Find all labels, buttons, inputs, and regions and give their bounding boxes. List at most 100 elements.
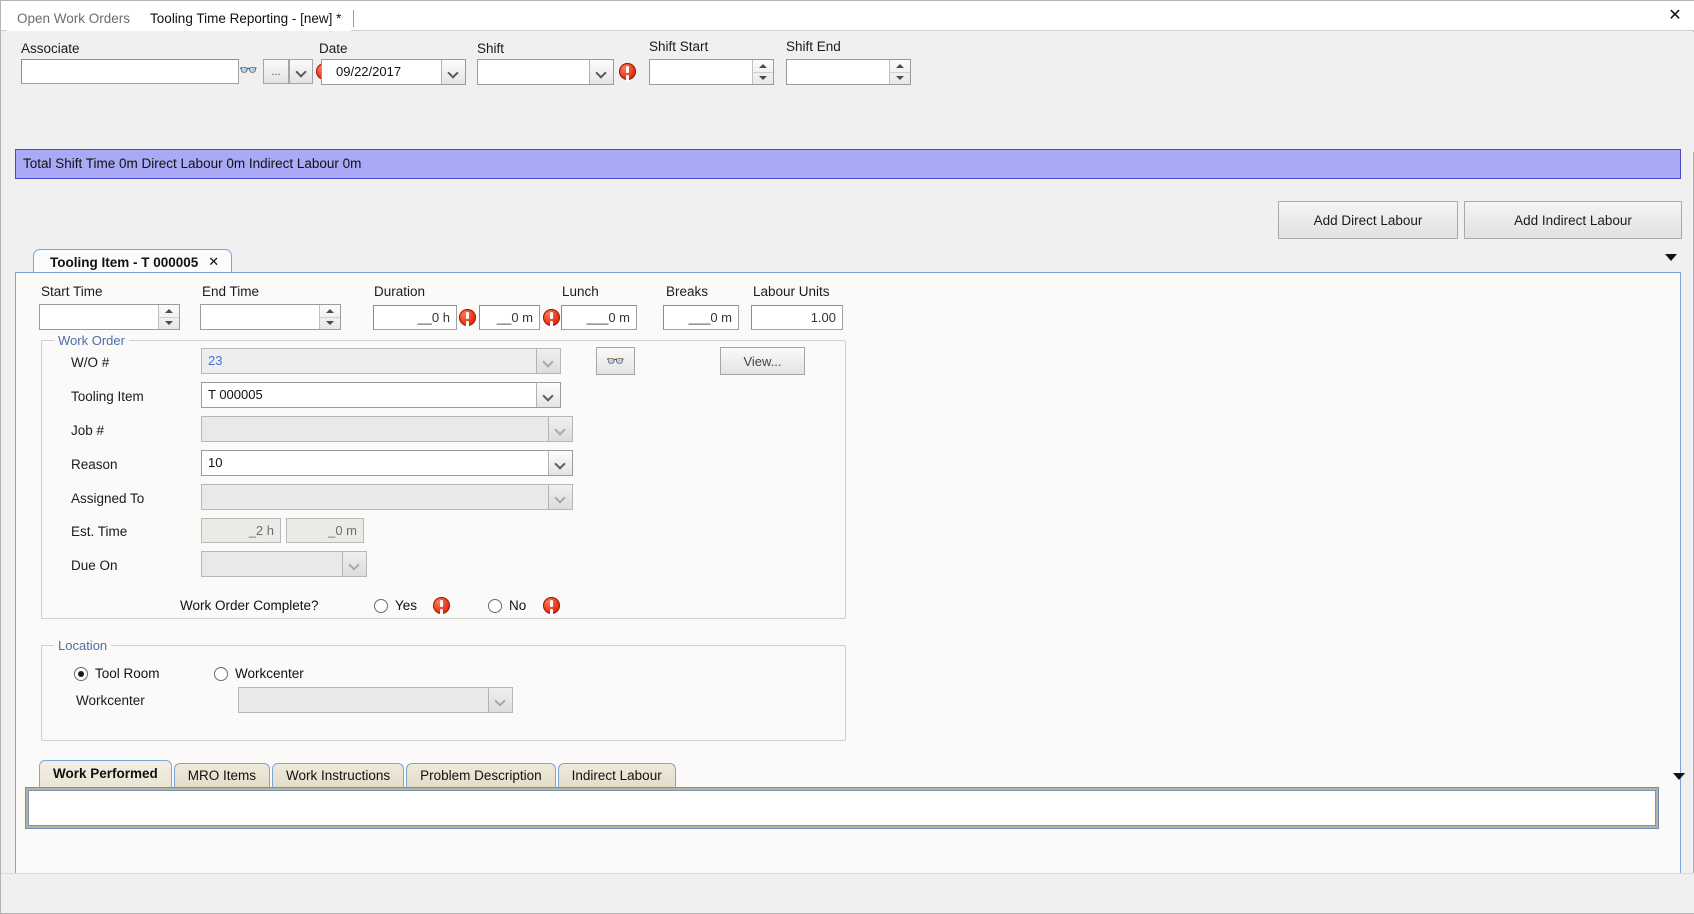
wo-number-value: 23 [208, 353, 223, 368]
chevron-down-icon [544, 357, 553, 366]
assigned-to-select[interactable] [201, 484, 573, 510]
wo-number-select[interactable]: 23 [201, 348, 561, 374]
duration-label: Duration [374, 284, 426, 299]
application-window: Open Work Orders Tooling Time Reporting … [0, 0, 1694, 914]
date-input[interactable]: 09/22/2017 [321, 59, 466, 85]
stepper-up-icon[interactable] [320, 305, 340, 318]
shift-end-label: Shift End [786, 39, 841, 54]
chevron-down-icon [556, 493, 565, 502]
location-tool-room-label: Tool Room [95, 666, 160, 681]
job-number-select[interactable] [201, 416, 573, 442]
work-order-complete-no-error-icon [543, 597, 560, 614]
shift-start-label: Shift Start [649, 39, 709, 54]
wo-find-button[interactable]: 👓 [596, 347, 635, 375]
associate-dropdown-button[interactable] [289, 59, 313, 84]
stepper-down-icon[interactable] [159, 318, 179, 330]
shift-end-stepper[interactable] [889, 60, 910, 84]
tab-mro-items[interactable]: MRO Items [173, 763, 271, 788]
shift-dropdown-arrow[interactable] [589, 60, 613, 84]
work-order-complete-yes-radio[interactable] [374, 599, 388, 613]
due-on-dropdown-arrow[interactable] [342, 552, 366, 576]
date-label: Date [319, 41, 348, 56]
shift-start-input[interactable] [649, 59, 774, 85]
tab-problem-description[interactable]: Problem Description [406, 763, 556, 788]
start-time-label: Start Time [41, 284, 103, 299]
chevron-down-icon [449, 68, 458, 77]
location-tool-room-radio[interactable] [74, 667, 88, 681]
breaks-input[interactable]: ___0 m [663, 305, 739, 330]
end-time-stepper[interactable] [319, 305, 340, 329]
shift-end-input[interactable] [786, 59, 911, 85]
wo-number-label: W/O # [71, 355, 110, 370]
tooling-item-dropdown-arrow[interactable] [536, 383, 560, 407]
document-tabs: Open Work Orders Tooling Time Reporting … [7, 1, 356, 31]
close-icon[interactable]: ✕ [1665, 5, 1685, 25]
labour-units-input[interactable]: 1.00 [751, 305, 843, 330]
tooling-item-select[interactable]: T 000005 [201, 382, 561, 408]
work-order-complete-no-radio[interactable] [488, 599, 502, 613]
reason-select[interactable]: 10 [201, 450, 573, 476]
work-performed-notes-input[interactable] [28, 790, 1656, 826]
work-order-complete-yes-error-icon [433, 597, 450, 614]
chevron-down-icon [544, 391, 553, 400]
date-value: 09/22/2017 [336, 64, 402, 79]
associate-input[interactable] [21, 59, 239, 84]
chevron-down-icon[interactable] [1673, 773, 1685, 780]
workcenter-dropdown-arrow[interactable] [488, 688, 512, 712]
job-number-dropdown-arrow[interactable] [548, 417, 572, 441]
item-tab-strip: Tooling Item - T 000005 ✕ [15, 249, 1681, 274]
shift-start-stepper[interactable] [752, 60, 773, 84]
duration-minutes-input[interactable]: __0 m [479, 305, 540, 330]
chevron-down-icon [556, 425, 565, 434]
chevron-down-icon [350, 560, 359, 569]
header-form: Associate 👓 ... Date 09/22/2017 Shift Sh… [1, 32, 1694, 152]
chevron-down-icon [556, 459, 565, 468]
stepper-up-icon[interactable] [753, 60, 773, 73]
wo-number-dropdown-arrow[interactable] [536, 349, 560, 373]
chevron-down-icon [297, 67, 306, 76]
add-direct-labour-button[interactable]: Add Direct Labour [1278, 201, 1458, 239]
location-workcenter-radio[interactable] [214, 667, 228, 681]
est-time-label: Est. Time [71, 524, 128, 539]
document-tab-bar: Open Work Orders Tooling Time Reporting … [1, 1, 1694, 31]
status-bar [1, 873, 1694, 913]
duration-hours-error-icon [459, 309, 476, 326]
workcenter-select[interactable] [238, 687, 513, 713]
labour-units-label: Labour Units [753, 284, 830, 299]
tab-work-instructions[interactable]: Work Instructions [272, 763, 405, 788]
binoculars-icon[interactable]: 👓 [239, 63, 258, 78]
lunch-input[interactable]: ___0 m [561, 305, 637, 330]
work-order-complete-no-label: No [509, 598, 527, 613]
job-number-label: Job # [71, 423, 105, 438]
item-tab-tooling-item[interactable]: Tooling Item - T 000005 ✕ [33, 249, 233, 274]
assigned-to-dropdown-arrow[interactable] [548, 485, 572, 509]
doc-tab-tooling-time-reporting[interactable]: Tooling Time Reporting - [new] * [140, 7, 352, 31]
tooling-item-label: Tooling Item [71, 389, 144, 404]
end-time-input[interactable] [200, 304, 341, 330]
item-tab-close-icon[interactable]: ✕ [208, 255, 219, 270]
stepper-up-icon[interactable] [890, 60, 910, 73]
doc-tab-open-work-orders[interactable]: Open Work Orders [7, 7, 141, 31]
view-button[interactable]: View... [720, 347, 805, 375]
stepper-up-icon[interactable] [159, 305, 179, 318]
stepper-down-icon[interactable] [890, 73, 910, 85]
totals-banner: Total Shift Time 0m Direct Labour 0m Ind… [15, 149, 1681, 179]
associate-ellipsis-button[interactable]: ... [263, 59, 289, 84]
start-time-input[interactable] [39, 304, 180, 330]
breaks-label: Breaks [666, 284, 709, 299]
duration-minutes-error-icon [543, 309, 560, 326]
chevron-down-icon[interactable] [1665, 254, 1677, 261]
reason-dropdown-arrow[interactable] [548, 451, 572, 475]
shift-error-icon [619, 63, 636, 80]
shift-select[interactable] [477, 59, 614, 85]
tab-work-performed[interactable]: Work Performed [39, 760, 172, 788]
duration-hours-input[interactable]: __0 h [373, 305, 457, 330]
add-indirect-labour-button[interactable]: Add Indirect Labour [1464, 201, 1682, 239]
stepper-down-icon[interactable] [320, 318, 340, 330]
stepper-down-icon[interactable] [753, 73, 773, 85]
date-dropdown-arrow[interactable] [441, 60, 465, 84]
tooling-item-value: T 000005 [208, 387, 263, 402]
tab-indirect-labour[interactable]: Indirect Labour [557, 763, 676, 788]
due-on-select[interactable] [201, 551, 367, 577]
start-time-stepper[interactable] [158, 305, 179, 329]
